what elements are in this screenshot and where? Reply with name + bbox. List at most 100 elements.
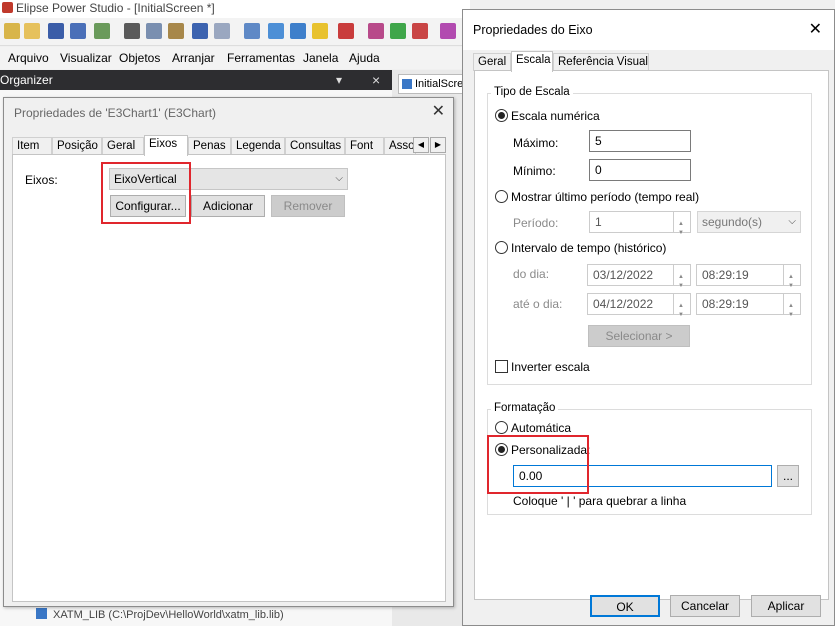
- redo-icon[interactable]: [214, 23, 230, 39]
- cut-icon[interactable]: [124, 23, 140, 39]
- min-field[interactable]: 0: [589, 159, 691, 181]
- tab-posicao[interactable]: Posição: [52, 137, 102, 155]
- last-period-radio[interactable]: [495, 190, 508, 203]
- save-all-icon[interactable]: [70, 23, 86, 39]
- library-icon[interactable]: [440, 23, 456, 39]
- menu-janela[interactable]: Janela: [303, 51, 338, 65]
- max-field[interactable]: 5: [589, 130, 691, 152]
- debug-icon[interactable]: [368, 23, 384, 39]
- undo-icon[interactable]: [192, 23, 208, 39]
- to-label: até o dia:: [513, 297, 563, 311]
- axis-properties-dialog: Propriedades do Eixo ✕ Geral Escala Refe…: [462, 9, 835, 626]
- to-date-field[interactable]: 04/12/2022 ▲ ▼: [587, 293, 691, 318]
- tab-scroll-left-icon[interactable]: ◀: [413, 137, 429, 153]
- from-date-value: 03/12/2022: [593, 268, 654, 282]
- tab-eixos[interactable]: Eixos: [144, 135, 188, 156]
- invert-scale-checkbox[interactable]: [495, 360, 508, 373]
- period-label: Período:: [513, 216, 559, 230]
- paste-icon[interactable]: [168, 23, 184, 39]
- warning-icon[interactable]: [312, 23, 328, 39]
- format-auto-label: Automática: [511, 421, 572, 435]
- play-icon[interactable]: [390, 23, 406, 39]
- organizer-title-bar: Organizer ▾ ×: [0, 70, 392, 90]
- chart-tabs: Item Posição Geral Eixos Penas Legenda C…: [12, 135, 416, 156]
- menu-arranjar[interactable]: Arranjar: [172, 51, 215, 65]
- app-title: Elipse Power Studio - [InitialScreen *]: [16, 1, 215, 15]
- to-date-value: 04/12/2022: [593, 297, 654, 311]
- invert-scale-label: Inverter escala: [511, 360, 590, 374]
- image-icon[interactable]: [268, 23, 284, 39]
- stop-icon[interactable]: [412, 23, 428, 39]
- tab-font[interactable]: Font: [345, 137, 384, 155]
- tab-escala[interactable]: Escala: [511, 51, 553, 72]
- tab-item[interactable]: Item: [12, 137, 52, 155]
- tab-consultas[interactable]: Consultas: [285, 137, 345, 155]
- interval-label: Intervalo de tempo (histórico): [511, 241, 667, 255]
- copy-icon[interactable]: [146, 23, 162, 39]
- spin-buttons[interactable]: ▲ ▼: [673, 212, 690, 236]
- spin-buttons[interactable]: ▲ ▼: [783, 265, 800, 289]
- app-title-bar: Elipse Power Studio - [InitialScreen *]: [0, 0, 470, 18]
- eixos-panel: Eixos: EixoVertical ⌵ Configurar... Adic…: [12, 154, 446, 602]
- remove-button[interactable]: Remover: [271, 195, 345, 217]
- from-time-value: 08:29:19: [702, 268, 749, 282]
- menu-ajuda[interactable]: Ajuda: [349, 51, 380, 65]
- numeric-scale-radio[interactable]: [495, 109, 508, 122]
- menu-objetos[interactable]: Objetos: [119, 51, 160, 65]
- spin-down-icon: ▼: [678, 312, 684, 318]
- tab-label: InitialScreen: [415, 78, 467, 90]
- highlight-box: [487, 435, 589, 494]
- tab-geral[interactable]: Geral: [473, 53, 511, 71]
- period-unit-value: segundo(s): [702, 215, 763, 229]
- chart-properties-dialog: Propriedades de 'E3Chart1' (E3Chart) ✕ I…: [3, 97, 454, 607]
- from-date-field[interactable]: 03/12/2022 ▲ ▼: [587, 264, 691, 289]
- scale-type-group-label: Tipo de Escala: [491, 86, 573, 98]
- tab-scroll-right-icon[interactable]: ▶: [430, 137, 446, 153]
- open-folder-icon[interactable]: [24, 23, 40, 39]
- ok-button[interactable]: OK: [590, 595, 660, 617]
- organizer-close-icon[interactable]: ×: [372, 70, 380, 90]
- close-icon[interactable]: ✕: [432, 101, 445, 121]
- last-period-label: Mostrar último período (tempo real): [511, 190, 700, 204]
- app-icon: [2, 2, 13, 13]
- menu-arquivo[interactable]: Arquivo: [8, 51, 49, 65]
- properties-icon[interactable]: [244, 23, 260, 39]
- tree-item-library[interactable]: XATM_LIB (C:\ProjDev\HelloWorld\xatm_lib…: [36, 608, 396, 626]
- menu-ferramentas[interactable]: Ferramentas: [227, 51, 295, 65]
- format-browse-button[interactable]: ...: [777, 465, 799, 487]
- tab-associacoes[interactable]: Asso: [384, 137, 416, 155]
- axis-dialog-title: Propriedades do Eixo: [473, 23, 593, 37]
- to-time-value: 08:29:19: [702, 297, 749, 311]
- period-unit-select[interactable]: segundo(s) ⌵: [697, 211, 801, 233]
- spin-down-icon: ▼: [678, 230, 684, 236]
- format-auto-radio[interactable]: [495, 421, 508, 434]
- organizer-pin-icon[interactable]: ▾: [336, 70, 342, 90]
- to-time-field[interactable]: 08:29:19 ▲ ▼: [696, 293, 801, 318]
- numeric-scale-label: Escala numérica: [511, 109, 600, 123]
- select-interval-button[interactable]: Selecionar >: [588, 325, 690, 347]
- tab-geral[interactable]: Geral: [102, 137, 144, 155]
- menu-visualizar[interactable]: Visualizar: [60, 51, 112, 65]
- interval-radio[interactable]: [495, 241, 508, 254]
- save-icon[interactable]: [48, 23, 64, 39]
- cancel-button[interactable]: Cancelar: [670, 595, 740, 617]
- spin-buttons[interactable]: ▲ ▼: [673, 265, 690, 289]
- tab-referencia-visual[interactable]: Referência Visual: [553, 53, 649, 71]
- close-icon[interactable]: ✕: [809, 19, 822, 39]
- add-button[interactable]: Adicionar: [191, 195, 265, 217]
- period-field[interactable]: 1 ▲ ▼: [589, 211, 691, 236]
- run-icon[interactable]: [338, 23, 354, 39]
- new-file-icon[interactable]: [4, 23, 20, 39]
- from-time-field[interactable]: 08:29:19 ▲ ▼: [696, 264, 801, 289]
- apply-button[interactable]: Aplicar: [751, 595, 821, 617]
- format-hint: Coloque ' | ' para quebrar a linha: [513, 494, 687, 508]
- build-icon[interactable]: [94, 23, 110, 39]
- window-icon[interactable]: [290, 23, 306, 39]
- axis-dialog-title-bar: Propriedades do Eixo ✕: [463, 10, 834, 50]
- period-value: 1: [595, 215, 602, 229]
- tab-legenda[interactable]: Legenda: [231, 137, 285, 155]
- spin-buttons[interactable]: ▲ ▼: [673, 294, 690, 318]
- spin-buttons[interactable]: ▲ ▼: [783, 294, 800, 318]
- tab-penas[interactable]: Penas: [188, 137, 231, 155]
- tab-initialscreen[interactable]: InitialScreen: [398, 74, 468, 94]
